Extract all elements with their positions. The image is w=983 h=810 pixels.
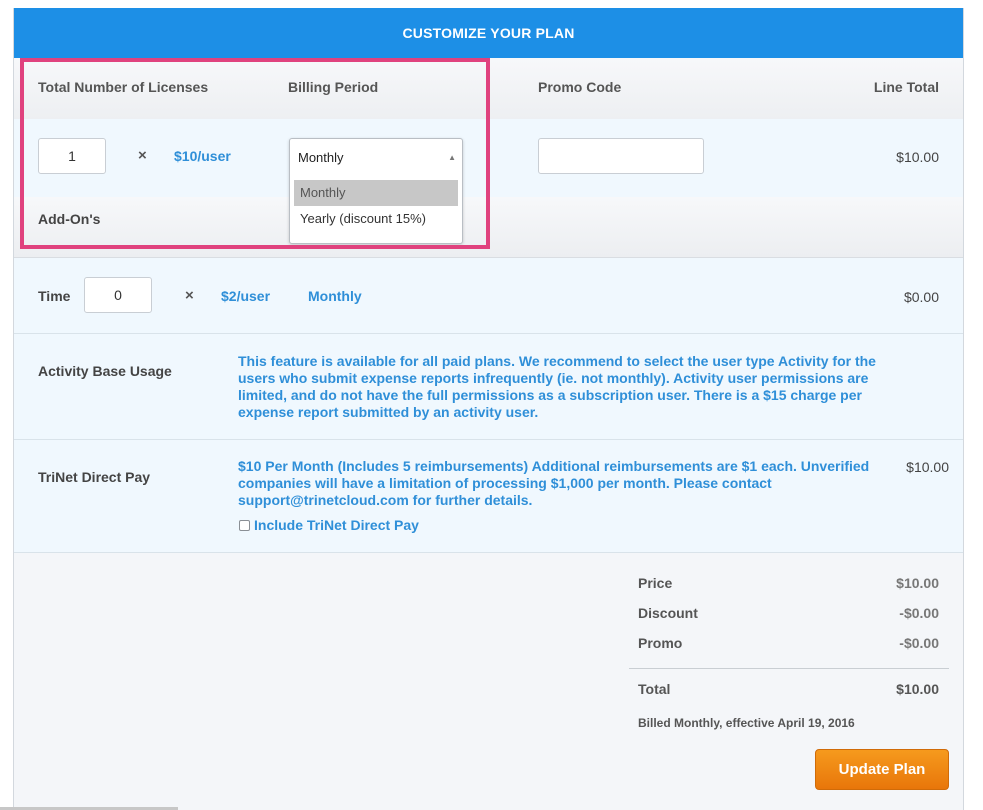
time-price: $2/user — [221, 288, 271, 304]
trinet-desc-line: $10 Per Month (Includes 5 reimbursements… — [238, 458, 870, 474]
summary-discount-value: -$0.00 — [899, 605, 939, 621]
activity-desc-line: users who submit expense reports infrequ… — [238, 370, 869, 386]
promo-code-input[interactable] — [538, 138, 704, 174]
plan-header: CUSTOMIZE YOUR PLAN — [14, 8, 963, 59]
activity-description: This feature is available for all paid p… — [238, 353, 876, 421]
trinet-addon-row: TriNet Direct Pay $10 Per Month (Include… — [14, 440, 963, 553]
summary-total-value: $10.00 — [896, 681, 939, 697]
summary-divider — [629, 668, 949, 669]
time-quantity-input[interactable] — [84, 277, 152, 313]
trinet-total: $10.00 — [906, 459, 949, 475]
summary-promo-value: -$0.00 — [899, 635, 939, 651]
time-multiply-sign: × — [185, 287, 194, 304]
time-addon-row: Time × $2/user Monthly $0.00 — [14, 258, 963, 334]
update-plan-button[interactable]: Update Plan — [815, 749, 949, 790]
highlight-annotation-box — [20, 58, 490, 249]
activity-desc-line: This feature is available for all paid p… — [238, 353, 876, 369]
time-label: Time — [38, 288, 71, 304]
summary-discount-label: Discount — [638, 605, 698, 621]
time-period: Monthly — [308, 288, 362, 304]
include-trinet-label[interactable]: Include TriNet Direct Pay — [254, 517, 419, 534]
activity-label: Activity Base Usage — [38, 363, 172, 379]
trinet-desc-line: support@trinetcloud.com for further deta… — [238, 492, 533, 508]
include-trinet-checkbox[interactable] — [239, 520, 250, 531]
activity-addon-row: Activity Base Usage This feature is avai… — [14, 334, 963, 440]
summary-promo-label: Promo — [638, 635, 683, 651]
summary-price-label: Price — [638, 575, 673, 591]
trinet-label: TriNet Direct Pay — [38, 469, 151, 485]
update-plan-button-label: Update Plan — [838, 761, 926, 778]
billing-note: Billed Monthly, effective April 19, 2016 — [638, 716, 855, 730]
promo-code-column-header: Promo Code — [538, 79, 622, 95]
trinet-description: $10 Per Month (Includes 5 reimbursements… — [238, 458, 869, 509]
activity-desc-line: expense report submitted by an activity … — [238, 404, 539, 420]
line-total-column-header: Line Total — [873, 79, 939, 95]
license-line-total: $10.00 — [896, 149, 939, 165]
summary-price-value: $10.00 — [896, 575, 939, 591]
plan-header-title: CUSTOMIZE YOUR PLAN — [402, 25, 575, 41]
trinet-desc-line: companies will have a limitation of proc… — [238, 475, 772, 491]
time-total: $0.00 — [903, 289, 939, 305]
summary-total-label: Total — [638, 681, 671, 697]
activity-desc-line: limited, and do not have the full permis… — [238, 387, 862, 403]
